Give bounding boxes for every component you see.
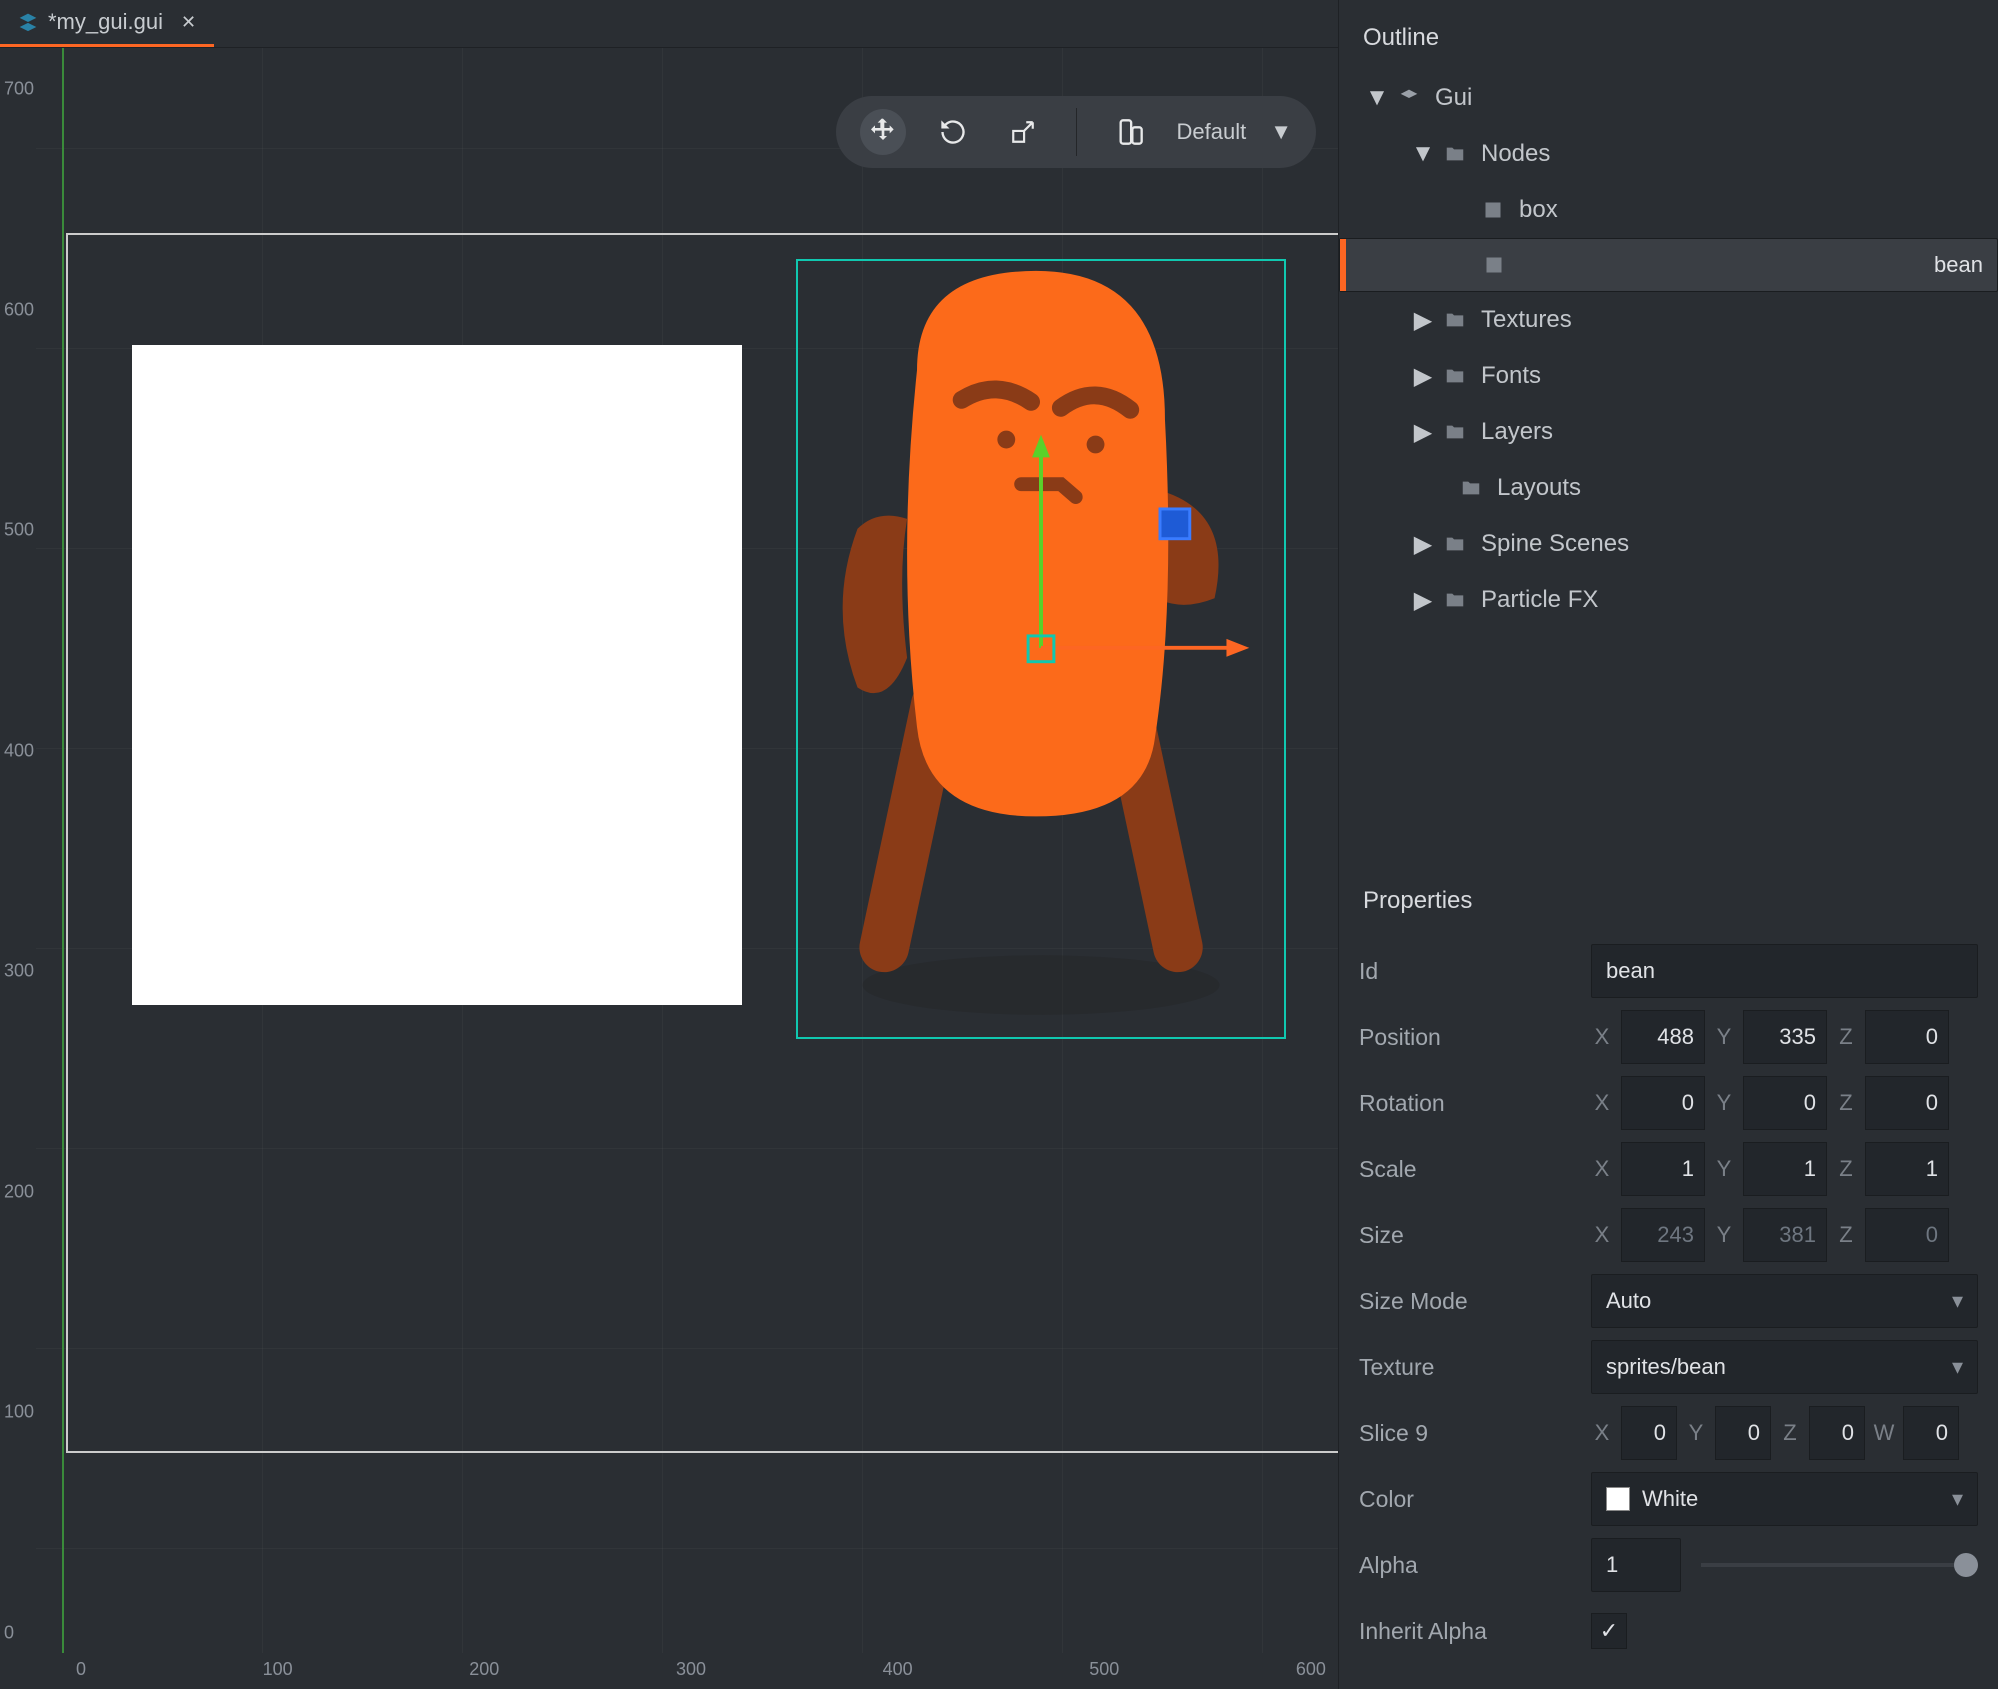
outline-panel-title: Outline — [1339, 0, 1998, 70]
prop-position-label: Position — [1359, 1024, 1591, 1051]
tree-item-spine[interactable]: ▶ Spine Scenes — [1339, 516, 1998, 572]
prop-alpha-label: Alpha — [1359, 1552, 1591, 1579]
canvas[interactable]: 700600 500400 300200 1000 0100 200300 40… — [0, 48, 1338, 1689]
folder-icon — [1441, 140, 1469, 168]
tab-title: *my_gui.gui — [48, 9, 163, 35]
box-node-icon — [1479, 196, 1507, 224]
prop-color-label: Color — [1359, 1486, 1591, 1513]
prop-scale-y[interactable] — [1743, 1142, 1827, 1196]
prop-slice9-z[interactable] — [1809, 1406, 1865, 1460]
tree-item-box[interactable]: box — [1339, 182, 1998, 238]
tree-item-layers[interactable]: ▶ Layers — [1339, 404, 1998, 460]
gui-bounds — [66, 233, 1338, 1453]
viewport-toolbar: Default ▼ — [836, 96, 1317, 168]
prop-position-x[interactable] — [1621, 1010, 1705, 1064]
folder-icon — [1441, 586, 1469, 614]
prop-rotation-label: Rotation — [1359, 1090, 1591, 1117]
box-node[interactable] — [132, 345, 742, 1005]
prop-slice9-w[interactable] — [1903, 1406, 1959, 1460]
color-swatch-icon — [1606, 1487, 1630, 1511]
box-node-icon — [1480, 251, 1508, 279]
tree-item-gui[interactable]: ▼ Gui — [1339, 70, 1998, 126]
chevron-down-icon: ▾ — [1952, 1486, 1963, 1512]
ruler-vertical: 700600 500400 300200 1000 — [0, 48, 36, 1653]
prop-position-z[interactable] — [1865, 1010, 1949, 1064]
tree-item-particlefx[interactable]: ▶ Particle FX — [1339, 572, 1998, 628]
prop-alpha-slider[interactable] — [1701, 1563, 1978, 1567]
ruler-horizontal: 0100 200300 400500 600 — [36, 1653, 1338, 1689]
properties-panel-title: Properties — [1339, 863, 1998, 933]
prop-position-y[interactable] — [1743, 1010, 1827, 1064]
tree-item-nodes[interactable]: ▼ Nodes — [1339, 126, 1998, 182]
prop-inherit-checkbox[interactable]: ✓ — [1591, 1613, 1627, 1649]
bean-sprite — [798, 261, 1284, 1035]
chevron-down-icon: ▾ — [1952, 1354, 1963, 1380]
tab-bar: *my_gui.gui ✕ — [0, 0, 1338, 48]
prop-color-select[interactable]: White ▾ — [1591, 1472, 1978, 1526]
tree-item-bean[interactable]: bean — [1339, 238, 1998, 292]
chevron-down-icon[interactable]: ▼ — [1270, 119, 1292, 145]
tree-item-layouts[interactable]: Layouts — [1339, 460, 1998, 516]
prop-rotation-y[interactable] — [1743, 1076, 1827, 1130]
prop-slice9-label: Slice 9 — [1359, 1420, 1591, 1447]
prop-scale-label: Scale — [1359, 1156, 1591, 1183]
rotate-tool-icon[interactable] — [930, 109, 976, 155]
prop-size-y — [1743, 1208, 1827, 1262]
chevron-down-icon: ▾ — [1952, 1288, 1963, 1314]
folder-icon — [1441, 418, 1469, 446]
prop-scale-z[interactable] — [1865, 1142, 1949, 1196]
folder-icon — [1441, 362, 1469, 390]
properties-panel: Id Position X Y Z Rotation X Y Z — [1339, 933, 1998, 1689]
prop-sizemode-label: Size Mode — [1359, 1288, 1591, 1315]
close-icon[interactable]: ✕ — [181, 12, 196, 33]
outline-tree: ▼ Gui ▼ Nodes box bean ▶ Textures — [1339, 70, 1998, 658]
prop-texture-select[interactable]: sprites/bean▾ — [1591, 1340, 1978, 1394]
folder-icon — [1441, 306, 1469, 334]
layers-icon — [18, 12, 38, 32]
prop-texture-label: Texture — [1359, 1354, 1591, 1381]
folder-icon — [1441, 530, 1469, 558]
prop-scale-x[interactable] — [1621, 1142, 1705, 1196]
folder-icon — [1457, 474, 1485, 502]
scale-tool-icon[interactable] — [1000, 109, 1046, 155]
prop-inherit-label: Inherit Alpha — [1359, 1618, 1591, 1645]
prop-rotation-x[interactable] — [1621, 1076, 1705, 1130]
tree-item-textures[interactable]: ▶ Textures — [1339, 292, 1998, 348]
prop-id-input[interactable] — [1591, 944, 1978, 998]
device-icon[interactable] — [1107, 109, 1153, 155]
prop-sizemode-select[interactable]: Auto▾ — [1591, 1274, 1978, 1328]
bean-selection-outline[interactable] — [796, 259, 1286, 1039]
move-tool-icon[interactable] — [860, 109, 906, 155]
file-tab[interactable]: *my_gui.gui ✕ — [0, 0, 214, 47]
prop-rotation-z[interactable] — [1865, 1076, 1949, 1130]
prop-slice9-y[interactable] — [1715, 1406, 1771, 1460]
prop-id-label: Id — [1359, 958, 1591, 985]
tree-item-fonts[interactable]: ▶ Fonts — [1339, 348, 1998, 404]
prop-slice9-x[interactable] — [1621, 1406, 1677, 1460]
prop-size-z — [1865, 1208, 1949, 1262]
prop-alpha-input[interactable] — [1591, 1538, 1681, 1592]
prop-size-x — [1621, 1208, 1705, 1262]
layout-selector-label[interactable]: Default — [1177, 119, 1247, 145]
prop-size-label: Size — [1359, 1222, 1591, 1249]
